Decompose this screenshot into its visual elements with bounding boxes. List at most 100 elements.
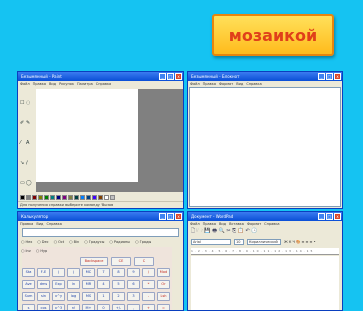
color-swatch[interactable] — [92, 195, 97, 200]
minimize-icon[interactable]: _ — [159, 73, 166, 80]
menu-item[interactable]: Правка — [203, 222, 216, 226]
calc-key[interactable]: , — [127, 304, 140, 310]
calc-key[interactable]: n! — [67, 304, 80, 310]
calc-key[interactable]: Mod — [157, 268, 170, 277]
calc-key[interactable]: sin — [37, 292, 50, 301]
minimize-icon[interactable]: _ — [159, 213, 166, 220]
font-size-select[interactable]: 10 — [234, 238, 244, 245]
calc-key[interactable]: 9 — [127, 268, 140, 277]
calc-key[interactable]: M+ — [82, 304, 95, 310]
curve-tool-icon[interactable]: ∕ — [26, 161, 31, 166]
select-tool-icon[interactable]: ☐ — [20, 101, 25, 106]
menu-item[interactable]: Палитра — [77, 82, 93, 86]
maximize-icon[interactable]: □ — [326, 73, 333, 80]
calculator-titlebar[interactable]: Калькулятор _ □ x — [18, 212, 183, 221]
menu-item[interactable]: Вид — [219, 222, 226, 226]
color-swatch[interactable] — [20, 195, 25, 200]
radio-option[interactable]: Oct — [54, 239, 64, 244]
minimize-icon[interactable]: _ — [318, 213, 325, 220]
script-select[interactable]: Кириллический — [247, 238, 281, 245]
menu-item[interactable]: Правка — [20, 222, 33, 226]
calc-key[interactable]: dms — [37, 280, 50, 289]
clear-button[interactable]: C — [134, 257, 154, 266]
rectangle-tool-icon[interactable]: ▭ — [20, 181, 25, 186]
menu-item[interactable]: Формат — [247, 222, 261, 226]
wordpad-toolbar[interactable]: 🗋 🗁 💾 🖶 🔍 ✂ ⎘ 📋 ↶ 🕒 — [191, 228, 258, 236]
maximize-icon[interactable]: □ — [167, 73, 174, 80]
calc-key[interactable]: - — [142, 292, 155, 301]
calc-key[interactable]: 1 — [97, 292, 110, 301]
calc-key[interactable]: Exp — [52, 280, 65, 289]
calc-key[interactable]: Sum — [22, 292, 35, 301]
color-swatch[interactable] — [26, 195, 31, 200]
color-swatch[interactable] — [110, 195, 115, 200]
color-swatch[interactable] — [50, 195, 55, 200]
calc-key[interactable]: x^y — [52, 292, 65, 301]
paint-canvas[interactable] — [36, 89, 138, 182]
color-swatch[interactable] — [98, 195, 103, 200]
menu-item[interactable]: Правка — [203, 82, 216, 86]
color-swatch[interactable] — [38, 195, 43, 200]
notepad-titlebar[interactable]: Безымянный - Блокнот _ □ x — [188, 72, 342, 81]
fill-tool-icon[interactable]: ↘ — [20, 161, 25, 166]
menu-item[interactable]: Справка — [246, 82, 261, 86]
radio-option[interactable]: Bin — [69, 239, 80, 244]
font-select[interactable]: Arial — [191, 238, 231, 245]
calc-key[interactable]: 7 — [97, 268, 110, 277]
menu-item[interactable]: Справка — [264, 222, 279, 226]
calc-key[interactable]: / — [142, 268, 155, 277]
wordpad-document[interactable] — [191, 256, 339, 310]
calc-key[interactable]: = — [157, 304, 170, 310]
radio-option[interactable]: Hex — [21, 239, 33, 244]
menu-item[interactable]: Рисунок — [59, 82, 74, 86]
calc-key[interactable]: x^3 — [52, 304, 65, 310]
calc-key[interactable]: F-E — [37, 268, 50, 277]
close-icon[interactable]: x — [334, 213, 341, 220]
menu-item[interactable]: Справка — [46, 222, 61, 226]
calc-key[interactable]: * — [142, 280, 155, 289]
calc-key[interactable]: 6 — [127, 280, 140, 289]
checkbox-option[interactable]: Hyp — [36, 248, 47, 253]
calc-key[interactable]: MC — [82, 268, 95, 277]
checkbox-option[interactable]: Inv — [21, 248, 31, 253]
calc-key[interactable]: 0 — [97, 304, 110, 310]
text-tool-icon[interactable]: A — [26, 141, 31, 146]
calc-key[interactable]: s — [22, 304, 35, 310]
calc-key[interactable]: +/- — [112, 304, 125, 310]
menu-item[interactable]: Вид — [36, 222, 43, 226]
calc-key[interactable]: 2 — [112, 292, 125, 301]
calc-key[interactable]: MS — [82, 292, 95, 301]
color-swatch[interactable] — [80, 195, 85, 200]
calc-key[interactable]: 3 — [127, 292, 140, 301]
pencil-tool-icon[interactable]: ✐ — [20, 121, 25, 126]
clear-entry-button[interactable]: CE — [111, 257, 131, 266]
calc-key[interactable]: 8 — [112, 268, 125, 277]
menu-item[interactable]: Правка — [33, 82, 46, 86]
calc-key[interactable]: ) — [67, 268, 80, 277]
menu-item[interactable]: Файл — [190, 222, 200, 226]
menu-item[interactable]: Файл — [20, 82, 30, 86]
ellipse-tool-icon[interactable]: ◯ — [26, 181, 32, 186]
calc-key[interactable]: Sta — [22, 268, 35, 277]
color-swatch[interactable] — [62, 195, 67, 200]
maximize-icon[interactable]: □ — [326, 213, 333, 220]
color-swatch[interactable] — [56, 195, 61, 200]
calc-key[interactable]: ( — [52, 268, 65, 277]
calc-key[interactable]: + — [142, 304, 155, 310]
menu-item[interactable]: Вид — [236, 82, 243, 86]
calc-key[interactable]: log — [67, 292, 80, 301]
close-icon[interactable]: x — [175, 213, 182, 220]
color-swatch[interactable] — [86, 195, 91, 200]
close-icon[interactable]: x — [334, 73, 341, 80]
calc-key[interactable]: ln — [67, 280, 80, 289]
radio-option[interactable]: Радианы — [109, 239, 130, 244]
minimize-icon[interactable]: _ — [318, 73, 325, 80]
color-swatch[interactable] — [104, 195, 109, 200]
color-swatch[interactable] — [74, 195, 79, 200]
calc-key[interactable]: 5 — [112, 280, 125, 289]
format-buttons[interactable]: Ж К Ч 🎨 ≡ ≡ ≡ • — [284, 240, 316, 244]
maximize-icon[interactable]: □ — [167, 213, 174, 220]
radio-option[interactable]: Dec — [37, 239, 49, 244]
color-swatch[interactable] — [32, 195, 37, 200]
calc-key[interactable]: MR — [82, 280, 95, 289]
